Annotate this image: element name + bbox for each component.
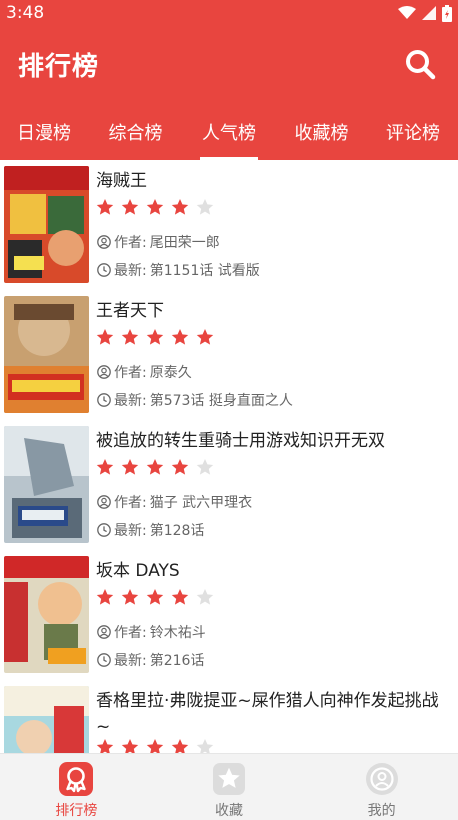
status-time: 3:48 [6, 3, 45, 23]
star-filled-icon [96, 589, 114, 605]
comic-title: 坂本 DAYS [96, 561, 180, 581]
author-icon [97, 235, 111, 249]
comic-list[interactable]: 海贼王 作者: 尾田荣一郎 最新: 第1151话 试看版 王者天下 作者: 原泰久 最… [0, 160, 458, 753]
star-filled-icon [121, 739, 139, 753]
nav-ranking[interactable]: 排行榜 [0, 754, 153, 820]
nav-profile[interactable]: 我的 [305, 754, 458, 820]
comic-latest: 最新: 第1151话 试看版 [97, 260, 260, 280]
comic-list-item[interactable]: 海贼王 作者: 尾田荣一郎 最新: 第1151话 试看版 [0, 160, 458, 290]
app-bar: 排行榜 [0, 26, 458, 104]
star-filled-icon [171, 459, 189, 475]
system-icons [398, 4, 452, 22]
comic-list-item[interactable]: 被追放的转生重骑士用游戏知识开无双 作者: 猫子 武六甲理衣 最新: 第128话 [0, 420, 458, 550]
rating-stars [96, 738, 214, 753]
wifi-icon [398, 6, 416, 19]
rating-stars [96, 198, 214, 216]
tab-comments[interactable]: 评论榜 [368, 104, 458, 160]
star-filled-icon [171, 739, 189, 753]
star-filled-icon [171, 199, 189, 215]
star-filled-icon [96, 199, 114, 215]
profile-icon [365, 763, 398, 795]
comic-author: 作者: 猫子 武六甲理衣 [97, 492, 252, 512]
comic-title: 海贼王 [96, 171, 147, 191]
comic-latest: 最新: 第573话 挺身直面之人 [97, 390, 293, 410]
star-empty-icon [196, 199, 214, 215]
comic-latest: 最新: 第216话 [97, 650, 204, 670]
ranking-icon [59, 762, 94, 796]
star-icon [213, 763, 245, 795]
star-filled-icon [121, 589, 139, 605]
comic-list-item[interactable]: 坂本 DAYS 作者: 铃木祐斗 最新: 第216话 [0, 550, 458, 680]
comic-cover [4, 686, 89, 753]
search-icon[interactable] [404, 48, 436, 80]
battery-icon [442, 4, 452, 22]
star-filled-icon [121, 199, 139, 215]
comic-cover [4, 296, 89, 413]
comic-list-item[interactable]: 王者天下 作者: 原泰久 最新: 第573话 挺身直面之人 [0, 290, 458, 420]
comic-cover [4, 166, 89, 283]
star-filled-icon [146, 329, 164, 345]
comic-author: 作者: 铃木祐斗 [97, 622, 206, 642]
clock-icon [97, 393, 111, 407]
tab-japanese-manga[interactable]: 日漫榜 [0, 104, 88, 160]
star-filled-icon [196, 329, 214, 345]
category-tabs: 日漫榜 综合榜 人气榜 收藏榜 评论榜 [0, 104, 458, 160]
star-filled-icon [146, 739, 164, 753]
star-filled-icon [146, 199, 164, 215]
comic-author: 作者: 尾田荣一郎 [97, 232, 220, 252]
star-filled-icon [121, 329, 139, 345]
star-filled-icon [96, 329, 114, 345]
nav-favorites[interactable]: 收藏 [153, 754, 306, 820]
star-filled-icon [96, 459, 114, 475]
comic-author: 作者: 原泰久 [97, 362, 192, 382]
clock-icon [97, 263, 111, 277]
clock-icon [97, 653, 111, 667]
page-title: 排行榜 [18, 52, 100, 82]
comic-cover [4, 556, 89, 673]
star-filled-icon [96, 739, 114, 753]
author-icon [97, 625, 111, 639]
status-bar: 3:48 [0, 0, 458, 26]
tab-overall[interactable]: 综合榜 [88, 104, 183, 160]
rating-stars [96, 588, 214, 606]
comic-title: 王者天下 [96, 301, 164, 321]
tab-favorites[interactable]: 收藏榜 [275, 104, 368, 160]
signal-icon [422, 6, 436, 20]
star-empty-icon [196, 459, 214, 475]
comic-list-item[interactable]: 香格里拉·弗陇提亚~屎作猎人向神作发起挑战~ [0, 680, 458, 753]
star-filled-icon [146, 459, 164, 475]
comic-title: 香格里拉·弗陇提亚~屎作猎人向神作发起挑战~ [96, 691, 439, 737]
clock-icon [97, 523, 111, 537]
star-empty-icon [196, 589, 214, 605]
comic-cover [4, 426, 89, 543]
rating-stars [96, 328, 214, 346]
star-filled-icon [171, 329, 189, 345]
star-filled-icon [121, 459, 139, 475]
star-filled-icon [171, 589, 189, 605]
tab-popularity[interactable]: 人气榜 [183, 104, 275, 160]
star-filled-icon [146, 589, 164, 605]
nav-favorites-label: 收藏 [215, 803, 243, 819]
nav-ranking-label: 排行榜 [55, 803, 98, 819]
comic-latest: 最新: 第128话 [97, 520, 204, 540]
author-icon [97, 365, 111, 379]
nav-profile-label: 我的 [367, 803, 396, 819]
comic-title: 被追放的转生重骑士用游戏知识开无双 [96, 431, 385, 451]
bottom-navigation: 排行榜 收藏 我的 [0, 753, 458, 820]
rating-stars [96, 458, 214, 476]
star-empty-icon [196, 739, 214, 753]
author-icon [97, 495, 111, 509]
